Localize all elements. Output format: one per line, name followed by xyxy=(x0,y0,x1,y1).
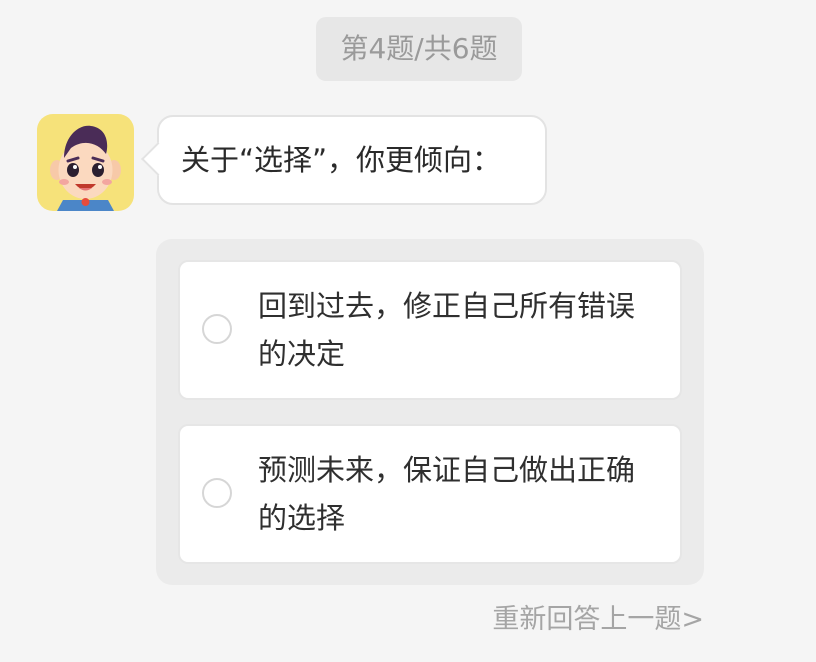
option-text: 回到过去，修正自己所有错误的决定 xyxy=(258,289,636,371)
option-text: 预测未来，保证自己做出正确的选择 xyxy=(258,453,636,535)
question-bubble: 关于“选择”，你更倾向： xyxy=(141,115,547,205)
bot-avatar xyxy=(37,114,134,211)
redo-previous-question-link[interactable]: 重新回答上一题> xyxy=(492,600,704,640)
option-card-2[interactable]: 预测未来，保证自己做出正确的选择 xyxy=(178,424,682,564)
question-text: 关于“选择”，你更倾向： xyxy=(181,143,502,177)
radio-button[interactable] xyxy=(202,478,232,508)
bubble-tail xyxy=(141,142,175,176)
radio-button[interactable] xyxy=(202,314,232,344)
option-card-1[interactable]: 回到过去，修正自己所有错误的决定 xyxy=(178,260,682,400)
options-panel: 回到过去，修正自己所有错误的决定 预测未来，保证自己做出正确的选择 xyxy=(156,239,704,585)
cartoon-boy-avatar-icon xyxy=(50,125,121,211)
progress-indicator: 第4题/共6题 xyxy=(316,17,522,81)
